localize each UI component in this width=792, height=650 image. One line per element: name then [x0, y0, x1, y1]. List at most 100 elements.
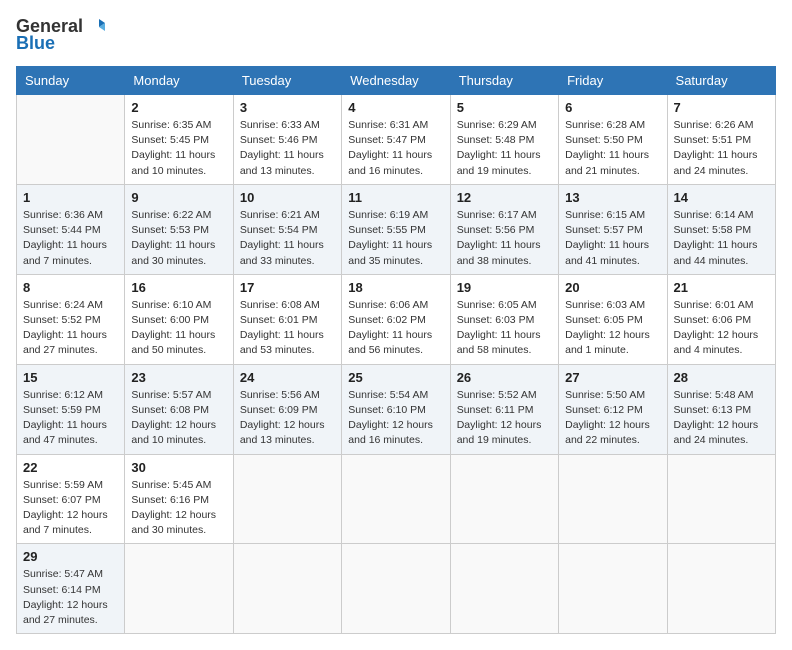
calendar-day-cell: 23 Sunrise: 5:57 AMSunset: 6:08 PMDaylig… — [125, 364, 233, 454]
calendar-header-row: SundayMondayTuesdayWednesdayThursdayFrid… — [17, 67, 776, 95]
calendar-day-cell: 7 Sunrise: 6:26 AMSunset: 5:51 PMDayligh… — [667, 95, 775, 185]
day-detail: Sunrise: 6:26 AMSunset: 5:51 PMDaylight:… — [674, 118, 769, 179]
day-detail: Sunrise: 6:36 AMSunset: 5:44 PMDaylight:… — [23, 208, 118, 269]
calendar-day-cell — [17, 95, 125, 185]
day-number: 22 — [23, 460, 118, 475]
weekday-header-saturday: Saturday — [667, 67, 775, 95]
calendar-day-cell: 15 Sunrise: 6:12 AMSunset: 5:59 PMDaylig… — [17, 364, 125, 454]
calendar-week-row: 15 Sunrise: 6:12 AMSunset: 5:59 PMDaylig… — [17, 364, 776, 454]
calendar-day-cell: 20 Sunrise: 6:03 AMSunset: 6:05 PMDaylig… — [559, 274, 667, 364]
day-number: 12 — [457, 190, 552, 205]
logo-text-block: General Blue — [16, 16, 105, 54]
calendar-week-row: 29 Sunrise: 5:47 AMSunset: 6:14 PMDaylig… — [17, 544, 776, 634]
weekday-header-sunday: Sunday — [17, 67, 125, 95]
calendar-day-cell: 19 Sunrise: 6:05 AMSunset: 6:03 PMDaylig… — [450, 274, 558, 364]
calendar-day-cell: 25 Sunrise: 5:54 AMSunset: 6:10 PMDaylig… — [342, 364, 450, 454]
day-detail: Sunrise: 6:01 AMSunset: 6:06 PMDaylight:… — [674, 298, 769, 359]
calendar-day-cell: 16 Sunrise: 6:10 AMSunset: 6:00 PMDaylig… — [125, 274, 233, 364]
day-detail: Sunrise: 5:50 AMSunset: 6:12 PMDaylight:… — [565, 388, 660, 449]
day-number: 8 — [23, 280, 118, 295]
calendar-day-cell: 18 Sunrise: 6:06 AMSunset: 6:02 PMDaylig… — [342, 274, 450, 364]
day-detail: Sunrise: 6:08 AMSunset: 6:01 PMDaylight:… — [240, 298, 335, 359]
logo-bird-icon — [85, 17, 105, 37]
day-detail: Sunrise: 5:56 AMSunset: 6:09 PMDaylight:… — [240, 388, 335, 449]
calendar-day-cell: 21 Sunrise: 6:01 AMSunset: 6:06 PMDaylig… — [667, 274, 775, 364]
calendar-day-cell: 1 Sunrise: 6:36 AMSunset: 5:44 PMDayligh… — [17, 184, 125, 274]
calendar-day-cell: 5 Sunrise: 6:29 AMSunset: 5:48 PMDayligh… — [450, 95, 558, 185]
calendar-day-cell: 26 Sunrise: 5:52 AMSunset: 6:11 PMDaylig… — [450, 364, 558, 454]
day-detail: Sunrise: 6:22 AMSunset: 5:53 PMDaylight:… — [131, 208, 226, 269]
day-number: 30 — [131, 460, 226, 475]
weekday-header-tuesday: Tuesday — [233, 67, 341, 95]
day-number: 3 — [240, 100, 335, 115]
day-number: 20 — [565, 280, 660, 295]
day-detail: Sunrise: 6:12 AMSunset: 5:59 PMDaylight:… — [23, 388, 118, 449]
calendar-day-cell — [342, 544, 450, 634]
day-detail: Sunrise: 5:57 AMSunset: 6:08 PMDaylight:… — [131, 388, 226, 449]
day-detail: Sunrise: 6:29 AMSunset: 5:48 PMDaylight:… — [457, 118, 552, 179]
calendar-week-row: 1 Sunrise: 6:36 AMSunset: 5:44 PMDayligh… — [17, 184, 776, 274]
day-number: 27 — [565, 370, 660, 385]
logo: General Blue — [16, 16, 105, 54]
day-detail: Sunrise: 6:05 AMSunset: 6:03 PMDaylight:… — [457, 298, 552, 359]
day-detail: Sunrise: 6:28 AMSunset: 5:50 PMDaylight:… — [565, 118, 660, 179]
day-number: 6 — [565, 100, 660, 115]
day-number: 23 — [131, 370, 226, 385]
calendar-day-cell — [667, 454, 775, 544]
calendar-day-cell: 22 Sunrise: 5:59 AMSunset: 6:07 PMDaylig… — [17, 454, 125, 544]
day-number: 9 — [131, 190, 226, 205]
day-number: 7 — [674, 100, 769, 115]
calendar-day-cell — [450, 454, 558, 544]
calendar-day-cell — [125, 544, 233, 634]
day-detail: Sunrise: 6:19 AMSunset: 5:55 PMDaylight:… — [348, 208, 443, 269]
calendar-week-row: 22 Sunrise: 5:59 AMSunset: 6:07 PMDaylig… — [17, 454, 776, 544]
day-number: 25 — [348, 370, 443, 385]
day-number: 13 — [565, 190, 660, 205]
weekday-header-wednesday: Wednesday — [342, 67, 450, 95]
day-number: 29 — [23, 549, 118, 564]
calendar-day-cell — [450, 544, 558, 634]
calendar-day-cell — [667, 544, 775, 634]
day-number: 4 — [348, 100, 443, 115]
day-number: 15 — [23, 370, 118, 385]
calendar-day-cell — [559, 454, 667, 544]
day-detail: Sunrise: 6:15 AMSunset: 5:57 PMDaylight:… — [565, 208, 660, 269]
calendar-day-cell: 9 Sunrise: 6:22 AMSunset: 5:53 PMDayligh… — [125, 184, 233, 274]
day-number: 26 — [457, 370, 552, 385]
calendar-day-cell: 30 Sunrise: 5:45 AMSunset: 6:16 PMDaylig… — [125, 454, 233, 544]
calendar-week-row: 8 Sunrise: 6:24 AMSunset: 5:52 PMDayligh… — [17, 274, 776, 364]
calendar-day-cell: 3 Sunrise: 6:33 AMSunset: 5:46 PMDayligh… — [233, 95, 341, 185]
day-number: 11 — [348, 190, 443, 205]
calendar-day-cell: 14 Sunrise: 6:14 AMSunset: 5:58 PMDaylig… — [667, 184, 775, 274]
weekday-header-monday: Monday — [125, 67, 233, 95]
calendar-day-cell: 11 Sunrise: 6:19 AMSunset: 5:55 PMDaylig… — [342, 184, 450, 274]
day-number: 16 — [131, 280, 226, 295]
calendar-day-cell: 12 Sunrise: 6:17 AMSunset: 5:56 PMDaylig… — [450, 184, 558, 274]
calendar-day-cell: 28 Sunrise: 5:48 AMSunset: 6:13 PMDaylig… — [667, 364, 775, 454]
day-number: 1 — [23, 190, 118, 205]
calendar-week-row: 2 Sunrise: 6:35 AMSunset: 5:45 PMDayligh… — [17, 95, 776, 185]
day-detail: Sunrise: 5:45 AMSunset: 6:16 PMDaylight:… — [131, 478, 226, 539]
day-number: 14 — [674, 190, 769, 205]
day-number: 17 — [240, 280, 335, 295]
calendar-day-cell: 6 Sunrise: 6:28 AMSunset: 5:50 PMDayligh… — [559, 95, 667, 185]
day-detail: Sunrise: 5:48 AMSunset: 6:13 PMDaylight:… — [674, 388, 769, 449]
day-detail: Sunrise: 6:03 AMSunset: 6:05 PMDaylight:… — [565, 298, 660, 359]
day-number: 18 — [348, 280, 443, 295]
day-number: 10 — [240, 190, 335, 205]
weekday-header-thursday: Thursday — [450, 67, 558, 95]
day-detail: Sunrise: 6:14 AMSunset: 5:58 PMDaylight:… — [674, 208, 769, 269]
day-detail: Sunrise: 6:21 AMSunset: 5:54 PMDaylight:… — [240, 208, 335, 269]
day-detail: Sunrise: 6:10 AMSunset: 6:00 PMDaylight:… — [131, 298, 226, 359]
calendar-day-cell — [233, 544, 341, 634]
calendar-day-cell: 10 Sunrise: 6:21 AMSunset: 5:54 PMDaylig… — [233, 184, 341, 274]
calendar-day-cell: 4 Sunrise: 6:31 AMSunset: 5:47 PMDayligh… — [342, 95, 450, 185]
day-detail: Sunrise: 6:33 AMSunset: 5:46 PMDaylight:… — [240, 118, 335, 179]
calendar-table: SundayMondayTuesdayWednesdayThursdayFrid… — [16, 66, 776, 634]
day-number: 19 — [457, 280, 552, 295]
calendar-day-cell: 24 Sunrise: 5:56 AMSunset: 6:09 PMDaylig… — [233, 364, 341, 454]
calendar-day-cell — [342, 454, 450, 544]
day-detail: Sunrise: 6:06 AMSunset: 6:02 PMDaylight:… — [348, 298, 443, 359]
day-number: 24 — [240, 370, 335, 385]
day-detail: Sunrise: 5:47 AMSunset: 6:14 PMDaylight:… — [23, 567, 118, 628]
